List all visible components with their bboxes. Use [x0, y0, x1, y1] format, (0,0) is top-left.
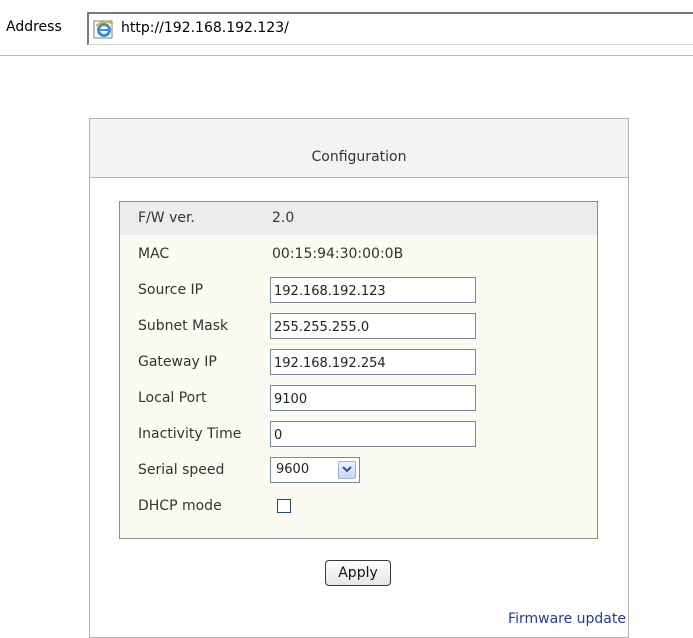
- row-source-ip: Source IP: [120, 274, 597, 307]
- serial-speed-select[interactable]: 9600: [270, 457, 360, 483]
- subnet-mask-label: Subnet Mask: [138, 318, 229, 334]
- ie-page-icon: [93, 18, 115, 40]
- source-ip-input[interactable]: [270, 277, 476, 303]
- row-dhcp-mode: DHCP mode: [120, 490, 597, 523]
- fw-version-label: F/W ver.: [138, 210, 195, 226]
- address-field[interactable]: http://192.168.192.123/: [87, 12, 693, 45]
- configuration-panel: Configuration F/W ver. 2.0 MAC 00:15:94:…: [89, 118, 629, 638]
- mac-value: 00:15:94:30:00:0B: [272, 246, 404, 262]
- address-url[interactable]: http://192.168.192.123/: [121, 20, 289, 36]
- address-bar: Address http://192.168.192.123/: [0, 0, 693, 56]
- row-subnet-mask: Subnet Mask: [120, 310, 597, 343]
- row-gateway-ip: Gateway IP: [120, 346, 597, 379]
- gateway-ip-label: Gateway IP: [138, 354, 217, 370]
- address-divider: [0, 55, 693, 56]
- local-port-input[interactable]: [270, 385, 476, 411]
- chevron-down-icon[interactable]: [338, 461, 356, 479]
- dhcp-mode-label: DHCP mode: [138, 498, 222, 514]
- serial-speed-value: 9600: [276, 462, 310, 477]
- address-label: Address: [6, 19, 62, 35]
- row-fw-version: F/W ver. 2.0: [120, 202, 597, 235]
- gateway-ip-input[interactable]: [270, 349, 476, 375]
- fw-version-value: 2.0: [272, 210, 295, 226]
- apply-button[interactable]: Apply: [325, 560, 391, 586]
- serial-speed-label: Serial speed: [138, 462, 225, 478]
- row-serial-speed: Serial speed 9600: [120, 454, 597, 487]
- row-local-port: Local Port: [120, 382, 597, 415]
- source-ip-label: Source IP: [138, 282, 204, 298]
- mac-label: MAC: [138, 246, 170, 262]
- panel-title: Configuration: [311, 149, 407, 165]
- inactivity-time-input[interactable]: [270, 421, 476, 447]
- firmware-update-link[interactable]: Firmware update: [508, 611, 626, 627]
- dhcp-mode-checkbox[interactable]: [277, 499, 291, 513]
- row-inactivity-time: Inactivity Time: [120, 418, 597, 451]
- config-form: F/W ver. 2.0 MAC 00:15:94:30:00:0B Sourc…: [119, 201, 598, 539]
- row-mac: MAC 00:15:94:30:00:0B: [120, 238, 597, 271]
- local-port-label: Local Port: [138, 390, 207, 406]
- inactivity-time-label: Inactivity Time: [138, 426, 242, 442]
- panel-header: Configuration: [90, 119, 628, 178]
- subnet-mask-input[interactable]: [270, 313, 476, 339]
